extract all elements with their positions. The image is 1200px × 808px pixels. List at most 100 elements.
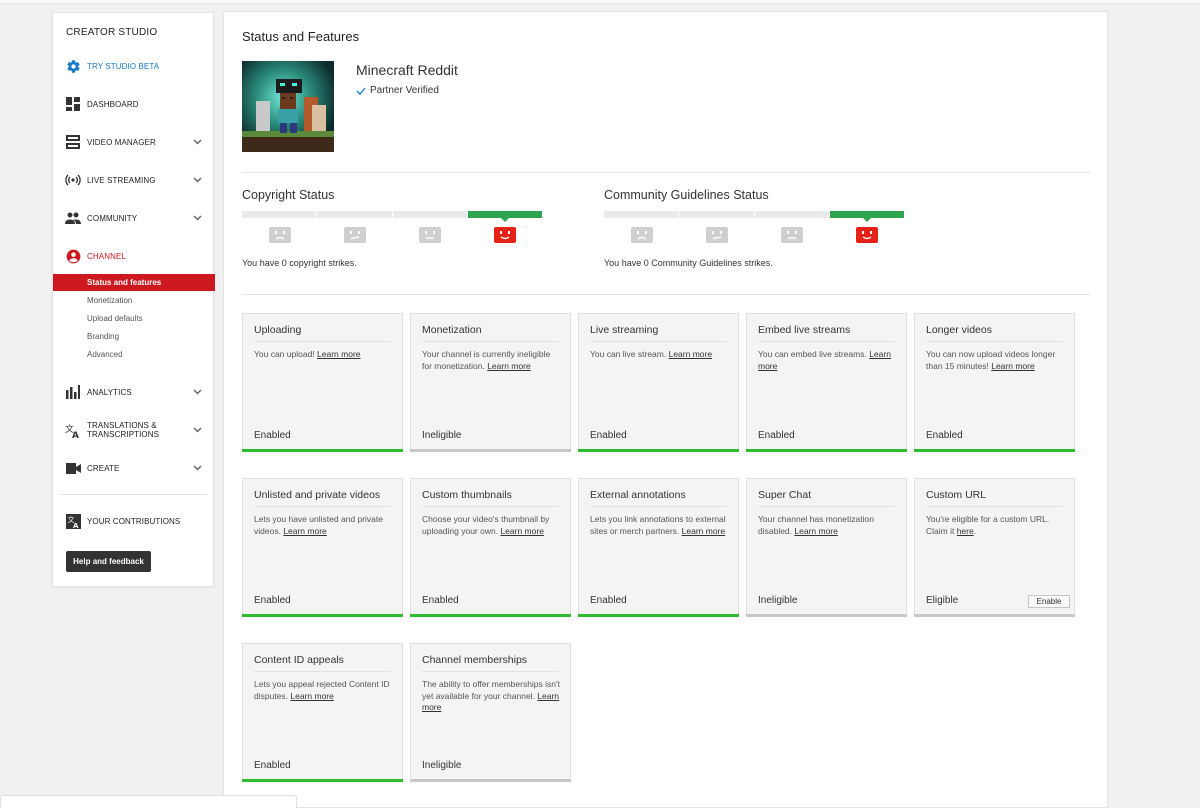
chevron-down-icon <box>191 212 203 224</box>
copyright-status-title: Copyright Status <box>242 188 335 202</box>
sidebar-subitem-advanced[interactable]: Advanced <box>53 346 215 363</box>
feature-card-description-suffix: . <box>973 525 977 536</box>
meh-face-icon <box>679 227 754 243</box>
feature-card-status-bar <box>914 614 1075 617</box>
feature-card-status-bar <box>410 779 571 782</box>
feature-card-description: You can upload! Learn more <box>254 349 392 361</box>
feature-card-title: Custom URL <box>926 489 987 501</box>
feature-card-title: Longer videos <box>926 324 992 336</box>
feature-card: Content ID appeals Lets you appeal reject… <box>242 643 403 782</box>
strike-segment-active <box>467 211 542 222</box>
feature-card-divider <box>926 506 1063 507</box>
feature-card-description: Lets you have unlisted and private video… <box>254 514 392 537</box>
chevron-down-icon <box>191 462 203 474</box>
sidebar-item-dashboard[interactable]: DASHBOARD <box>53 93 215 115</box>
feature-card-divider <box>254 341 391 342</box>
sidebar-item-video-manager[interactable]: VIDEO MANAGER <box>53 131 215 153</box>
chevron-down-icon <box>191 386 203 398</box>
sidebar-title: CREATOR STUDIO <box>66 27 158 38</box>
svg-text:A: A <box>73 522 79 529</box>
video-manager-icon <box>65 134 81 150</box>
sidebar-subitem-monetization[interactable]: Monetization <box>53 292 215 309</box>
sidebar-item-label: YOUR CONTRIBUTIONS <box>87 516 181 526</box>
learn-more-link[interactable]: Learn more <box>317 349 360 359</box>
sidebar-subitem-status-features[interactable]: Status and features <box>53 274 215 291</box>
partner-status: Partner Verified <box>356 85 439 96</box>
copyright-faces <box>242 227 542 243</box>
sidebar-item-create[interactable]: CREATE <box>53 457 215 479</box>
partner-label: Partner Verified <box>370 85 439 96</box>
feature-card-divider <box>254 671 391 672</box>
strike-segment <box>754 211 829 218</box>
sidebar-item-channel[interactable]: CHANNEL <box>53 245 215 267</box>
feature-card-description: Your channel is currently ineligible for… <box>422 349 560 372</box>
page-title: Status and Features <box>242 29 360 44</box>
feature-card-title: Super Chat <box>758 489 812 501</box>
feature-card: Monetization Your channel is currently in… <box>410 313 571 452</box>
translations-line-2: TRANSCRIPTIONS <box>87 430 160 439</box>
feature-card-title: Embed live streams <box>758 324 851 336</box>
chevron-down-icon <box>191 424 203 436</box>
sidebar-item-live-streaming[interactable]: LIVE STREAMING <box>53 169 215 191</box>
community-status: Community Guidelines Status You have 0 C… <box>604 188 924 268</box>
feature-card-status: Enabled <box>758 430 795 441</box>
feature-card-status: Ineligible <box>422 760 462 771</box>
check-icon <box>356 87 366 95</box>
sidebar-subitem-branding[interactable]: Branding <box>53 328 215 345</box>
feature-card-status: Ineligible <box>422 430 462 441</box>
feature-card: Channel memberships The ability to offer … <box>410 643 571 782</box>
feature-card: External annotations Lets you link annota… <box>578 478 739 617</box>
feature-card-status: Enabled <box>254 595 291 606</box>
sidebar-item-label: CHANNEL <box>87 251 126 261</box>
sad-face-icon <box>242 227 317 243</box>
learn-more-link[interactable]: here <box>957 526 974 536</box>
enable-button[interactable]: Enable <box>1028 595 1070 608</box>
learn-more-link[interactable]: Learn more <box>669 349 712 359</box>
feature-card-title: Unlisted and private videos <box>254 489 381 501</box>
feature-card-title: Monetization <box>422 324 482 336</box>
feature-card-title: Live streaming <box>590 324 659 336</box>
sidebar: CREATOR STUDIO TRY STUDIO BETA DASHBOARD… <box>52 12 215 587</box>
feature-card-status-bar <box>578 614 739 617</box>
feature-card-status: Ineligible <box>758 595 798 606</box>
feature-card-description: Lets you link annotations to external si… <box>590 514 728 537</box>
learn-more-link[interactable]: Learn more <box>991 361 1034 371</box>
sidebar-item-contributions[interactable]: 文A YOUR CONTRIBUTIONS <box>53 510 215 532</box>
learn-more-link[interactable]: Learn more <box>682 526 725 536</box>
strike-segment <box>317 211 392 218</box>
sidebar-item-translations[interactable]: 文A TRANSLATIONS & TRANSCRIPTIONS <box>53 417 215 443</box>
feature-card: Custom URL You're eligible for a custom U… <box>914 478 1075 617</box>
feature-card-status-bar <box>410 449 571 452</box>
strike-segment <box>242 211 317 218</box>
feature-card-title: Uploading <box>254 324 302 336</box>
learn-more-link[interactable]: Learn more <box>487 361 530 371</box>
sidebar-item-analytics[interactable]: ANALYTICS <box>53 381 215 403</box>
divider <box>242 294 1090 295</box>
feature-card: Custom thumbnails Choose your video's thu… <box>410 478 571 617</box>
account-circle-icon <box>65 248 81 264</box>
help-feedback-button[interactable]: Help and feedback <box>66 551 151 572</box>
learn-more-link[interactable]: Learn more <box>794 526 837 536</box>
feature-card-divider <box>926 341 1063 342</box>
bottom-bar <box>0 795 297 808</box>
sidebar-divider <box>61 494 207 495</box>
people-icon <box>65 210 81 226</box>
copyright-status: Copyright Status You have 0 copyright st… <box>242 188 562 268</box>
divider <box>242 172 1090 173</box>
learn-more-link[interactable]: Learn more <box>283 526 326 536</box>
learn-more-link[interactable]: Learn more <box>290 691 333 701</box>
svg-text:A: A <box>72 431 79 438</box>
sidebar-item-try-beta[interactable]: TRY STUDIO BETA <box>53 55 215 77</box>
main-panel: Status and Features Minecraft Reddit Par… <box>223 11 1108 808</box>
sidebar-item-label: ANALYTICS <box>87 387 132 397</box>
sidebar-subitem-upload-defaults[interactable]: Upload defaults <box>53 310 215 327</box>
feature-card-description: The ability to offer memberships isn't y… <box>422 679 560 714</box>
feature-card-title: Custom thumbnails <box>422 489 512 501</box>
channel-name: Minecraft Reddit <box>356 62 458 78</box>
sidebar-item-community[interactable]: COMMUNITY <box>53 207 215 229</box>
feature-card-divider <box>590 506 727 507</box>
community-strike-meter <box>604 211 904 222</box>
learn-more-link[interactable]: Learn more <box>500 526 543 536</box>
feature-card-title: Content ID appeals <box>254 654 344 666</box>
live-broadcast-icon <box>65 172 81 188</box>
